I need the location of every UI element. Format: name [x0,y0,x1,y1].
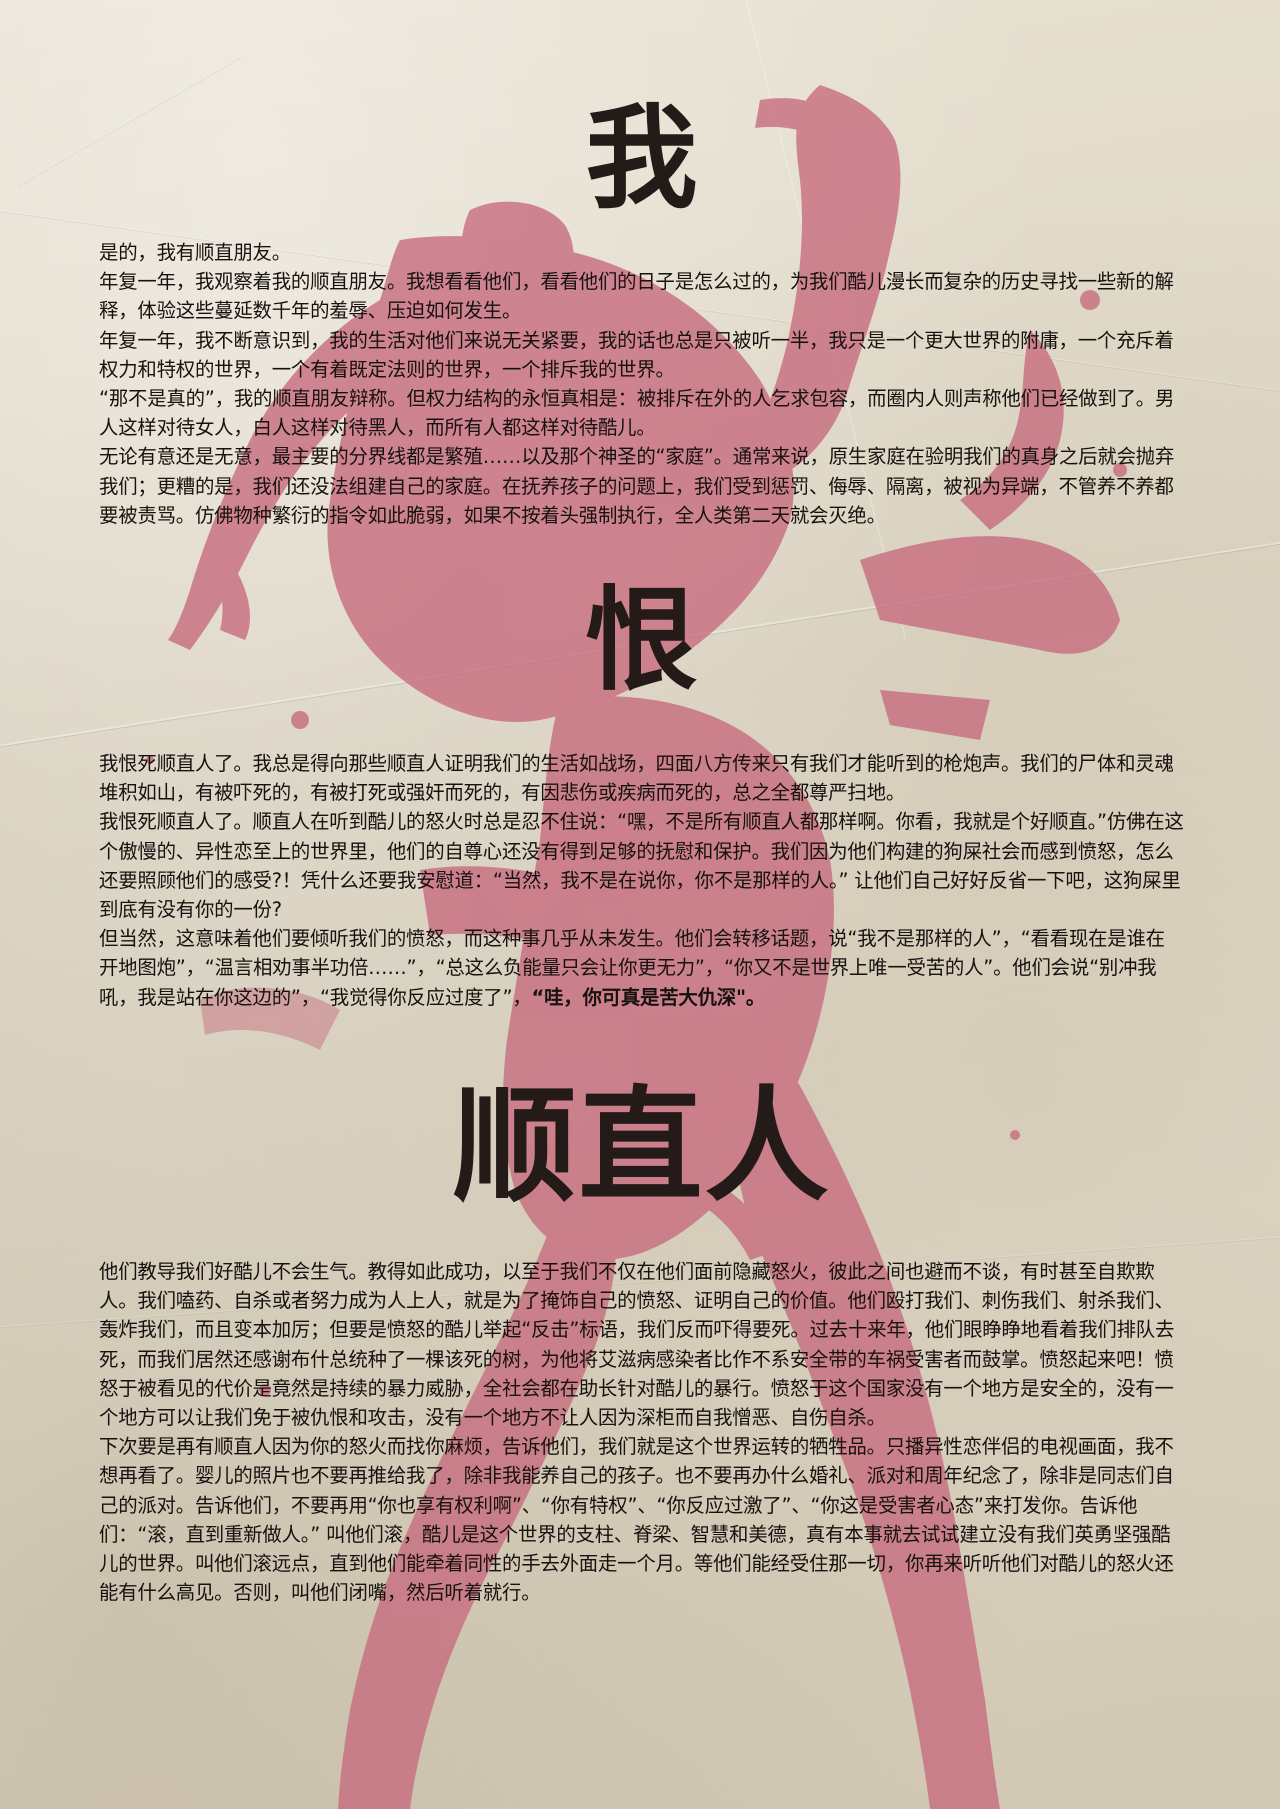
heading-wo: 我 [585,94,698,224]
heading-hen: 恨 [585,576,698,706]
paragraph: 我恨死顺直人了。顺直人在听到酷儿的怒火时总是忍不住说：“嘿，不是所有顺直人都那样… [99,810,1184,922]
paragraph: 但当然，这意味着他们要倾听我们的愤怒，而这种事几乎从未发生。他们会转移话题，说“… [99,924,1184,1012]
paragraph: “那不是真的”，我的顺直朋友辩称。但权力结构的永恒真相是：被排斥在外的人乞求包容… [99,387,1175,440]
bold-quote: “哇，你可真是苦大仇深"。 [531,985,766,1009]
paragraph: 我恨死顺直人了。我总是得向那些顺直人证明我们的生活如战场，四面八方传来只有我们才… [99,752,1174,805]
section-three-text: 他们教导我们好酷儿不会生气。教得如此成功，以至于我们不仅在他们面前隐藏怒火，彼此… [99,1257,1184,1607]
paragraph: 年复一年，我不断意识到，我的生活对他们来说无关紧要，我的话也总是只被听一半，我只… [99,328,1174,381]
paragraph: 是的，我有顺直朋友。 [99,241,291,264]
section-one-text: 是的，我有顺直朋友。 年复一年，我观察着我的顺直朋友。我想看看他们，看看他们的日… [99,238,1184,530]
paragraph: 年复一年，我观察着我的顺直朋友。我想看看他们，看看他们的日子是怎么过的，为我们酷… [99,270,1174,323]
heading-shunzhiren: 顺直人 [452,1075,831,1219]
section-two-text: 我恨死顺直人了。我总是得向那些顺直人证明我们的生活如战场，四面八方传来只有我们才… [99,749,1184,1012]
paragraph: 下次要是再有顺直人因为你的怒火而找你麻烦，告诉他们，我们就是这个世界运转的牺牲品… [99,1435,1174,1605]
paragraph: 无论有意还是无意，最主要的分界线都是繁殖……以及那个神圣的“家庭”。通常来说，原… [99,445,1175,527]
paragraph: 他们教导我们好酷儿不会生气。教得如此成功，以至于我们不仅在他们面前隐藏怒火，彼此… [99,1260,1175,1430]
